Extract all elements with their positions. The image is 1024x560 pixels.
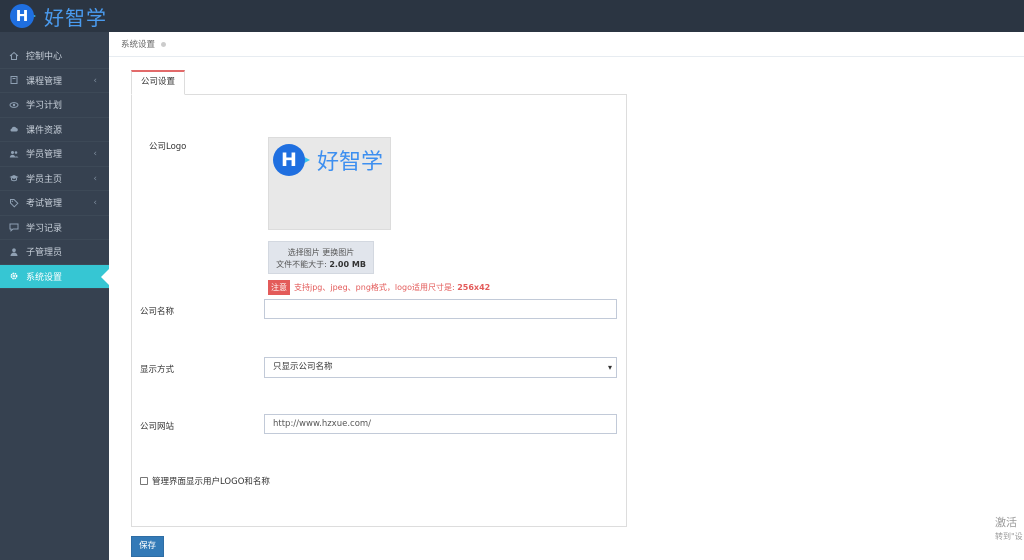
graduation-cap-icon	[9, 173, 19, 183]
eye-icon	[9, 100, 19, 110]
sidebar-item-1[interactable]: 课程管理 ‹	[0, 69, 109, 93]
upload-size-limit: 文件不能大于: 2.00 MB	[276, 260, 366, 269]
sidebar-item-8[interactable]: 子管理员	[0, 240, 109, 265]
format-note: 注意 支持jpg、jpeg、png格式，logo适用尺寸是: 256x42	[268, 280, 490, 295]
sidebar-item-label: 学习记录	[26, 223, 63, 234]
chevron-down-icon: ▾	[607, 363, 612, 372]
sidebar-item-label: 课程管理	[26, 76, 63, 87]
tag-icon	[9, 198, 19, 208]
sidebar-item-label: 学员管理	[26, 150, 63, 161]
bubble-icon	[9, 222, 19, 233]
breadcrumb: 系统设置	[109, 32, 1024, 57]
breadcrumb-current[interactable]: 系统设置	[121, 38, 155, 50]
gear-icon	[9, 271, 19, 281]
brand-logo[interactable]: H 好智学	[10, 3, 107, 30]
sidebar-item-label: 控制中心	[26, 52, 63, 63]
show-logo-option[interactable]: 管理界面显示用户LOGO和名称	[140, 475, 270, 487]
brand-mark-icon: H	[10, 4, 36, 28]
sidebar-item-4[interactable]: 学员管理 ‹	[0, 142, 109, 167]
note-badge: 注意	[268, 280, 290, 295]
sidebar-item-label: 学习计划	[26, 101, 63, 112]
display-mode-value: 只显示公司名称	[273, 362, 333, 372]
chevron-left-icon: ‹	[93, 149, 97, 159]
sidebar-item-9[interactable]: 系统设置	[0, 264, 109, 289]
sidebar-item-7[interactable]: 学习记录	[0, 216, 109, 240]
sidebar-item-5[interactable]: 学员主页 ‹	[0, 167, 109, 191]
website-label: 公司网站	[140, 422, 175, 432]
users-icon	[9, 149, 19, 159]
logo-preview-mark-icon: H	[273, 144, 311, 176]
breadcrumb-dot-icon	[161, 41, 167, 47]
display-mode-select[interactable]: 只显示公司名称 ▾	[264, 357, 617, 378]
book-icon	[9, 75, 19, 85]
logo-label: 公司Logo	[149, 142, 187, 152]
top-bar: H 好智学	[0, 0, 1024, 32]
sidebar-item-0[interactable]: 控制中心	[0, 44, 109, 69]
sidebar: 控制中心课程管理 ‹ 学习计划课件资源学员管理 ‹ 学员主页 ‹ 考试管理 ‹ 学习记录子管理员…	[0, 32, 109, 560]
company-name-label: 公司名称	[140, 307, 175, 317]
home-icon	[9, 51, 19, 61]
chevron-left-icon: ‹	[93, 173, 97, 184]
sidebar-item-label: 学员主页	[26, 174, 63, 185]
note-text: 支持jpg、jpeg、png格式，logo适用尺寸是: 256x42	[294, 283, 491, 292]
sidebar-menu: 控制中心课程管理 ‹ 学习计划课件资源学员管理 ‹ 学员主页 ‹ 考试管理 ‹ 学习记录子管理员…	[0, 32, 109, 289]
choose-image-button[interactable]: 选择图片 更换图片 文件不能大于: 2.00 MB	[268, 241, 374, 274]
activation-watermark: 激活 转到"设	[995, 516, 1023, 541]
company-name-input[interactable]	[264, 299, 617, 319]
website-input[interactable]	[264, 414, 617, 434]
sidebar-item-label: 子管理员	[26, 248, 63, 259]
upload-button-label: 选择图片 更换图片	[287, 248, 355, 257]
chevron-left-icon: ‹	[93, 75, 97, 86]
save-button[interactable]: 保存	[131, 536, 164, 557]
show-logo-checkbox[interactable]	[140, 477, 148, 485]
user-icon	[9, 247, 19, 257]
sidebar-item-label: 系统设置	[26, 272, 63, 283]
sidebar-item-3[interactable]: 课件资源	[0, 118, 109, 142]
sidebar-item-6[interactable]: 考试管理 ‹	[0, 191, 109, 216]
cloud-icon	[9, 124, 19, 134]
logo-preview: H 好智学	[268, 137, 391, 230]
tab-company-settings[interactable]: 公司设置	[131, 70, 185, 95]
sidebar-item-label: 课件资源	[26, 125, 63, 136]
display-mode-label: 显示方式	[140, 365, 175, 375]
sidebar-item-label: 考试管理	[26, 199, 63, 210]
brand-name: 好智学	[44, 5, 107, 30]
show-logo-checkbox-label: 管理界面显示用户LOGO和名称	[152, 477, 270, 487]
logo-preview-text: 好智学	[317, 150, 384, 175]
chevron-left-icon: ‹	[93, 198, 97, 208]
sidebar-item-2[interactable]: 学习计划	[0, 93, 109, 118]
